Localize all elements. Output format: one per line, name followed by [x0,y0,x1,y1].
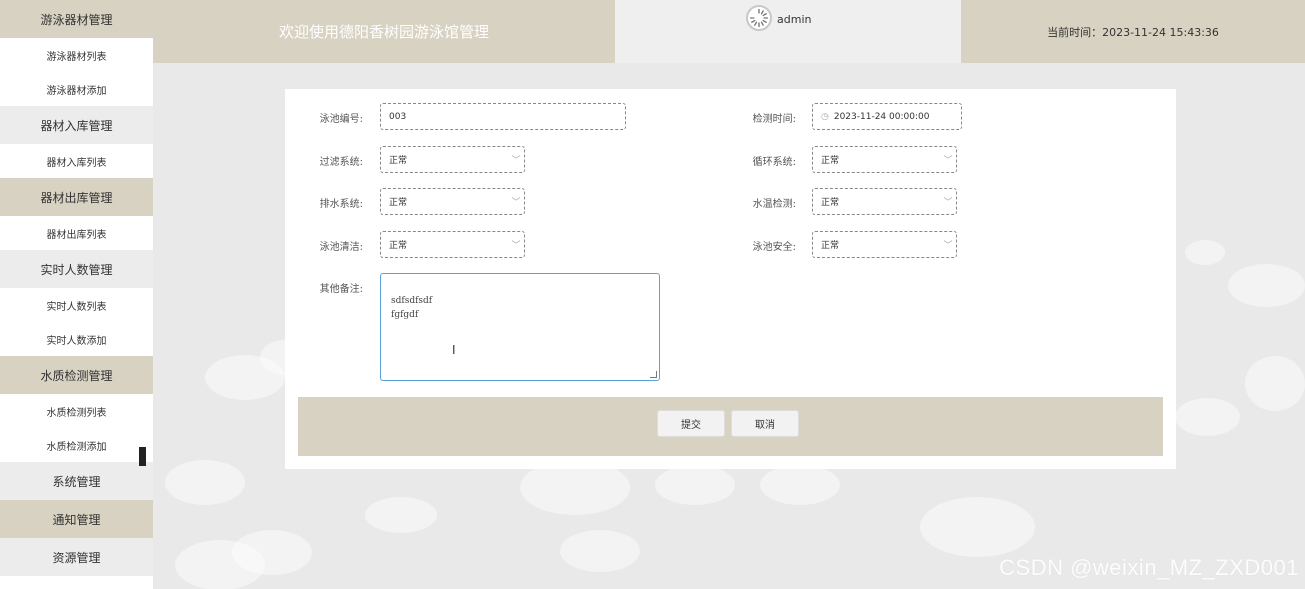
drain-label: 排水系统: [319,199,363,210]
check-time-label: 检测时间: [752,114,796,125]
remark-label: 其他备注: [319,284,363,295]
sidebar-item-6[interactable]: 器材出库列表 [0,216,153,250]
remark-textarea[interactable]: sdfsdfsdf fgfgdf [380,273,660,381]
safety-select[interactable]: 正常 ﹀ [812,231,957,258]
circulation-value: 正常 [821,156,840,166]
safety-value: 正常 [821,241,840,251]
sidebar-item-8[interactable]: 实时人数列表 [0,288,153,322]
scrollbar-thumb[interactable] [139,447,146,466]
sidebar-item-2[interactable]: 游泳器材添加 [0,72,153,106]
sidebar-group-0[interactable]: 游泳器材管理 [0,0,153,38]
clock-icon: ◷ [821,111,829,122]
circulation-select[interactable]: 正常 ﹀ [812,146,957,173]
water-quality-form: 泳池编号: 003 检测时间: ◷ 2023-11-24 00:00:00 过滤… [285,89,1176,469]
page-title: 欢迎使用德阳香树园游泳馆管理 [278,23,489,41]
safety-label: 泳池安全: [752,242,796,253]
sidebar-item-4[interactable]: 器材入库列表 [0,144,153,178]
pool-no-value: 003 [389,111,407,122]
sidebar-group-7[interactable]: 实时人数管理 [0,250,153,288]
watermark: CSDN @weixin_MZ_ZXD001 [999,555,1299,580]
chevron-down-icon: ﹀ [943,156,953,166]
sidebar-item-9[interactable]: 实时人数添加 [0,322,153,356]
pool-no-label: 泳池编号: [319,114,363,125]
chevron-down-icon: ﹀ [943,241,953,251]
user-area[interactable]: admin [615,0,961,63]
filter-label: 过滤系统: [319,157,363,168]
sidebar-group-15[interactable]: 资源管理 [0,538,153,576]
cancel-button[interactable]: 取消 [731,410,799,437]
submit-button[interactable]: 提交 [657,410,725,437]
sidebar-group-14[interactable]: 通知管理 [0,500,153,538]
clean-select[interactable]: 正常 ﹀ [380,231,525,258]
check-time-value: 2023-11-24 00:00:00 [833,111,930,122]
header-title-area: 欢迎使用德阳香树园游泳馆管理 [153,0,615,63]
filter-value: 正常 [389,156,408,166]
sidebar-group-5[interactable]: 器材出库管理 [0,178,153,216]
header: 欢迎使用德阳香树园游泳馆管理 admin 当前时间：2023-11-24 15:… [153,0,1305,63]
water-temp-label: 水温检测: [752,199,796,210]
chevron-down-icon: ﹀ [943,198,953,208]
sidebar: 游泳器材管理 游泳器材列表 游泳器材添加 器材入库管理 器材入库列表 器材出库管理 器材出库… [0,0,153,589]
drain-select[interactable]: 正常 ﹀ [380,188,525,215]
sidebar-item-1[interactable]: 游泳器材列表 [0,38,153,72]
username[interactable]: admin [777,13,811,26]
water-temp-value: 正常 [821,198,840,208]
water-temp-select[interactable]: 正常 ﹀ [812,188,957,215]
current-time-text: 当前时间：2023-11-24 15:43:36 [1047,25,1219,39]
sidebar-group-13[interactable]: 系统管理 [0,462,153,500]
check-time-picker[interactable]: ◷ 2023-11-24 00:00:00 [812,103,962,130]
sidebar-item-12[interactable]: 水质检测添加 [0,428,153,462]
sidebar-item-11[interactable]: 水质检测列表 [0,394,153,428]
clean-value: 正常 [389,241,408,251]
resize-handle[interactable] [650,371,657,378]
chevron-down-icon: ﹀ [511,241,521,251]
chevron-down-icon: ﹀ [511,198,521,208]
circulation-label: 循环系统: [752,157,796,168]
remark-value: sdfsdfsdf fgfgdf [391,296,433,320]
avatar-icon[interactable] [746,5,772,31]
clean-label: 泳池清洁: [319,242,363,253]
current-time: 当前时间：2023-11-24 15:43:36 [961,0,1305,63]
filter-select[interactable]: 正常 ﹀ [380,146,525,173]
pool-no-input[interactable]: 003 [380,103,626,130]
sidebar-group-3[interactable]: 器材入库管理 [0,106,153,144]
chevron-down-icon: ﹀ [511,156,521,166]
drain-value: 正常 [389,198,408,208]
button-bar: 提交 取消 [298,397,1163,456]
text-cursor-icon: I [452,343,456,357]
sidebar-group-10[interactable]: 水质检测管理 [0,356,153,394]
